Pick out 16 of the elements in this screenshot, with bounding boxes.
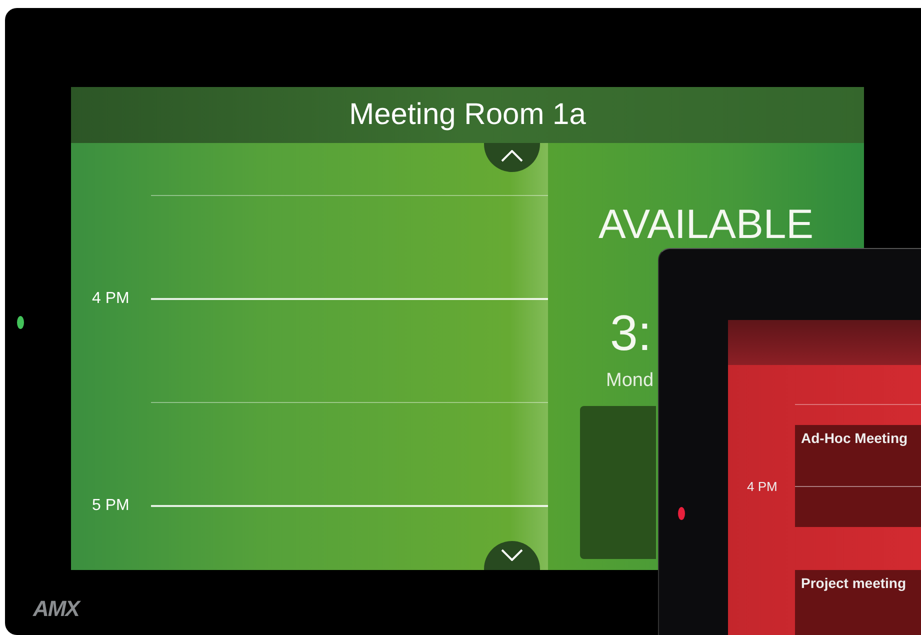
meeting-block[interactable]: Ad-Hoc Meeting (795, 425, 921, 527)
chevron-up-icon (501, 150, 523, 162)
status-led (17, 316, 24, 329)
status-led (678, 507, 685, 520)
hour-label: 4 PM (91, 290, 130, 308)
chevron-down-icon (501, 549, 523, 561)
meeting-block[interactable]: Project meeting (795, 570, 921, 635)
room-title: Meeting Room 1a (349, 98, 586, 132)
clock-time: 3: (610, 308, 652, 358)
room-status: AVAILABLE (598, 201, 814, 248)
scroll-down-button[interactable] (484, 541, 540, 570)
brand-logo: AMX (33, 596, 79, 622)
date-text: Mond (606, 370, 654, 392)
hour-label: 4 PM (746, 478, 778, 494)
scroll-up-button[interactable] (484, 143, 540, 172)
hour-label: 5 PM (91, 496, 130, 514)
